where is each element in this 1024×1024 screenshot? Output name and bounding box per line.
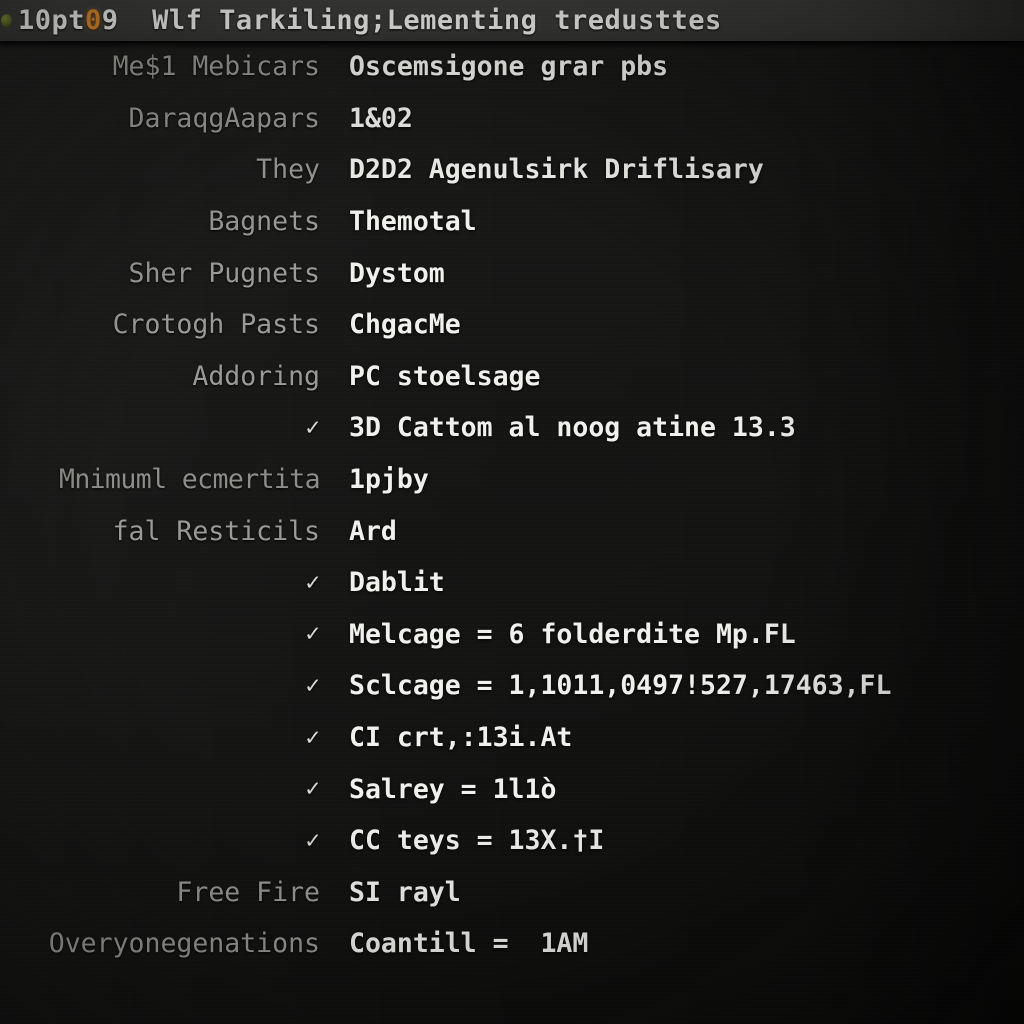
table-row[interactable]: Me$1 Mebicars Oscemsigone grar pbs: [0, 41, 1024, 93]
row-value: Themotal: [349, 206, 477, 238]
row-key: Addoring: [192, 360, 320, 392]
window-title-highlight: 0: [85, 5, 102, 36]
table-row[interactable]: ✓ Dablit: [0, 557, 1024, 609]
row-value: CC teys = 13X.†I: [349, 825, 605, 857]
checkmark-icon[interactable]: ✓: [0, 415, 320, 441]
table-row[interactable]: Addoring PC stoelsage: [0, 351, 1024, 403]
table-row[interactable]: Overyonegenations Coantill = 1AM: [0, 918, 1024, 970]
table-row[interactable]: Free Fire SI rayl: [0, 867, 1024, 919]
table-row[interactable]: ✓ Salrey = 1l1ò: [0, 763, 1024, 815]
row-value: Ard: [349, 515, 397, 547]
row-value: D2D2 Agenulsirk Driflisary: [349, 154, 764, 186]
table-row[interactable]: Crotogh Pasts ChgacMe: [0, 299, 1024, 351]
row-key: Sher Pugnets: [128, 257, 320, 289]
checkmark-icon[interactable]: ✓: [0, 673, 320, 699]
window-title-suffix: 9 Wlf Tarkiling;Lementing tredusttes: [101, 5, 722, 36]
checkmark-icon[interactable]: ✓: [0, 570, 320, 596]
row-key: Me$1 Mebicars: [112, 51, 320, 83]
status-dot-icon: [1, 14, 12, 27]
row-value: Sclcage = 1,1011,0497!527,17463,FL: [349, 670, 892, 702]
window-title-prefix: 10pt: [18, 5, 86, 36]
checkmark-icon[interactable]: ✓: [0, 776, 320, 802]
table-row[interactable]: ✓ CC teys = 13X.†I: [0, 815, 1024, 867]
row-value: 3D Cattom al noog atine 13.3: [349, 412, 796, 444]
row-value: Dablit: [349, 567, 445, 599]
content-area: Me$1 Mebicars Oscemsigone grar pbs DaraqgA…: [0, 41, 1024, 1024]
row-key: Free Fire: [176, 876, 320, 908]
table-row[interactable]: ✓ Sclcage = 1,1011,0497!527,17463,FL: [0, 660, 1024, 712]
row-value: Dystom: [349, 257, 445, 289]
row-value: Coantill = 1AM: [349, 928, 589, 960]
table-row[interactable]: Sher Pugnets Dystom: [0, 247, 1024, 299]
row-value: Oscemsigone grar pbs: [349, 51, 669, 83]
table-row[interactable]: fal Resticils Ard: [0, 505, 1024, 557]
checkmark-icon[interactable]: ✓: [0, 828, 320, 854]
table-row[interactable]: ✓ CI crt,:13i.At: [0, 712, 1024, 764]
row-key: Mnimuml ecmertita: [58, 464, 320, 496]
table-row[interactable]: ✓ Melcage = 6 folderdite Mp.FL: [0, 609, 1024, 661]
table-row[interactable]: Mnimuml ecmertita 1pjby: [0, 454, 1024, 506]
table-row[interactable]: ✓ 3D Cattom al noog atine 13.3: [0, 402, 1024, 454]
row-value: ChgacMe: [349, 309, 461, 341]
table-row[interactable]: They D2D2 Agenulsirk Driflisary: [0, 144, 1024, 196]
checkmark-icon[interactable]: ✓: [0, 725, 320, 751]
row-value: Melcage = 6 folderdite Mp.FL: [349, 618, 796, 650]
row-key: DaraqgAapars: [128, 102, 320, 134]
row-key: Bagnets: [208, 206, 320, 238]
row-key: fal Resticils: [112, 515, 320, 547]
checkmark-icon[interactable]: ✓: [0, 621, 320, 647]
window-title: 10pt09 Wlf Tarkiling;Lementing tredustte…: [18, 0, 722, 41]
row-key: Crotogh Pasts: [112, 309, 320, 341]
row-value: Salrey = 1l1ò: [349, 773, 557, 805]
row-value: PC stoelsage: [349, 360, 541, 392]
row-value: CI crt,:13i.At: [349, 722, 573, 754]
row-value: 1pjby: [349, 464, 429, 496]
terminal-screen: 10pt09 Wlf Tarkiling;Lementing tredustte…: [0, 0, 1024, 1024]
row-value: SI rayl: [349, 876, 461, 908]
key-value-list: Me$1 Mebicars Oscemsigone grar pbs DaraqgA…: [0, 41, 1024, 970]
row-key: Overyonegenations: [48, 928, 320, 960]
window-titlebar: 10pt09 Wlf Tarkiling;Lementing tredustte…: [0, 0, 1024, 50]
row-key: They: [256, 154, 320, 186]
table-row[interactable]: DaraqgAapars 1&02: [0, 93, 1024, 145]
table-row[interactable]: Bagnets Themotal: [0, 196, 1024, 248]
row-value: 1&02: [349, 102, 413, 134]
